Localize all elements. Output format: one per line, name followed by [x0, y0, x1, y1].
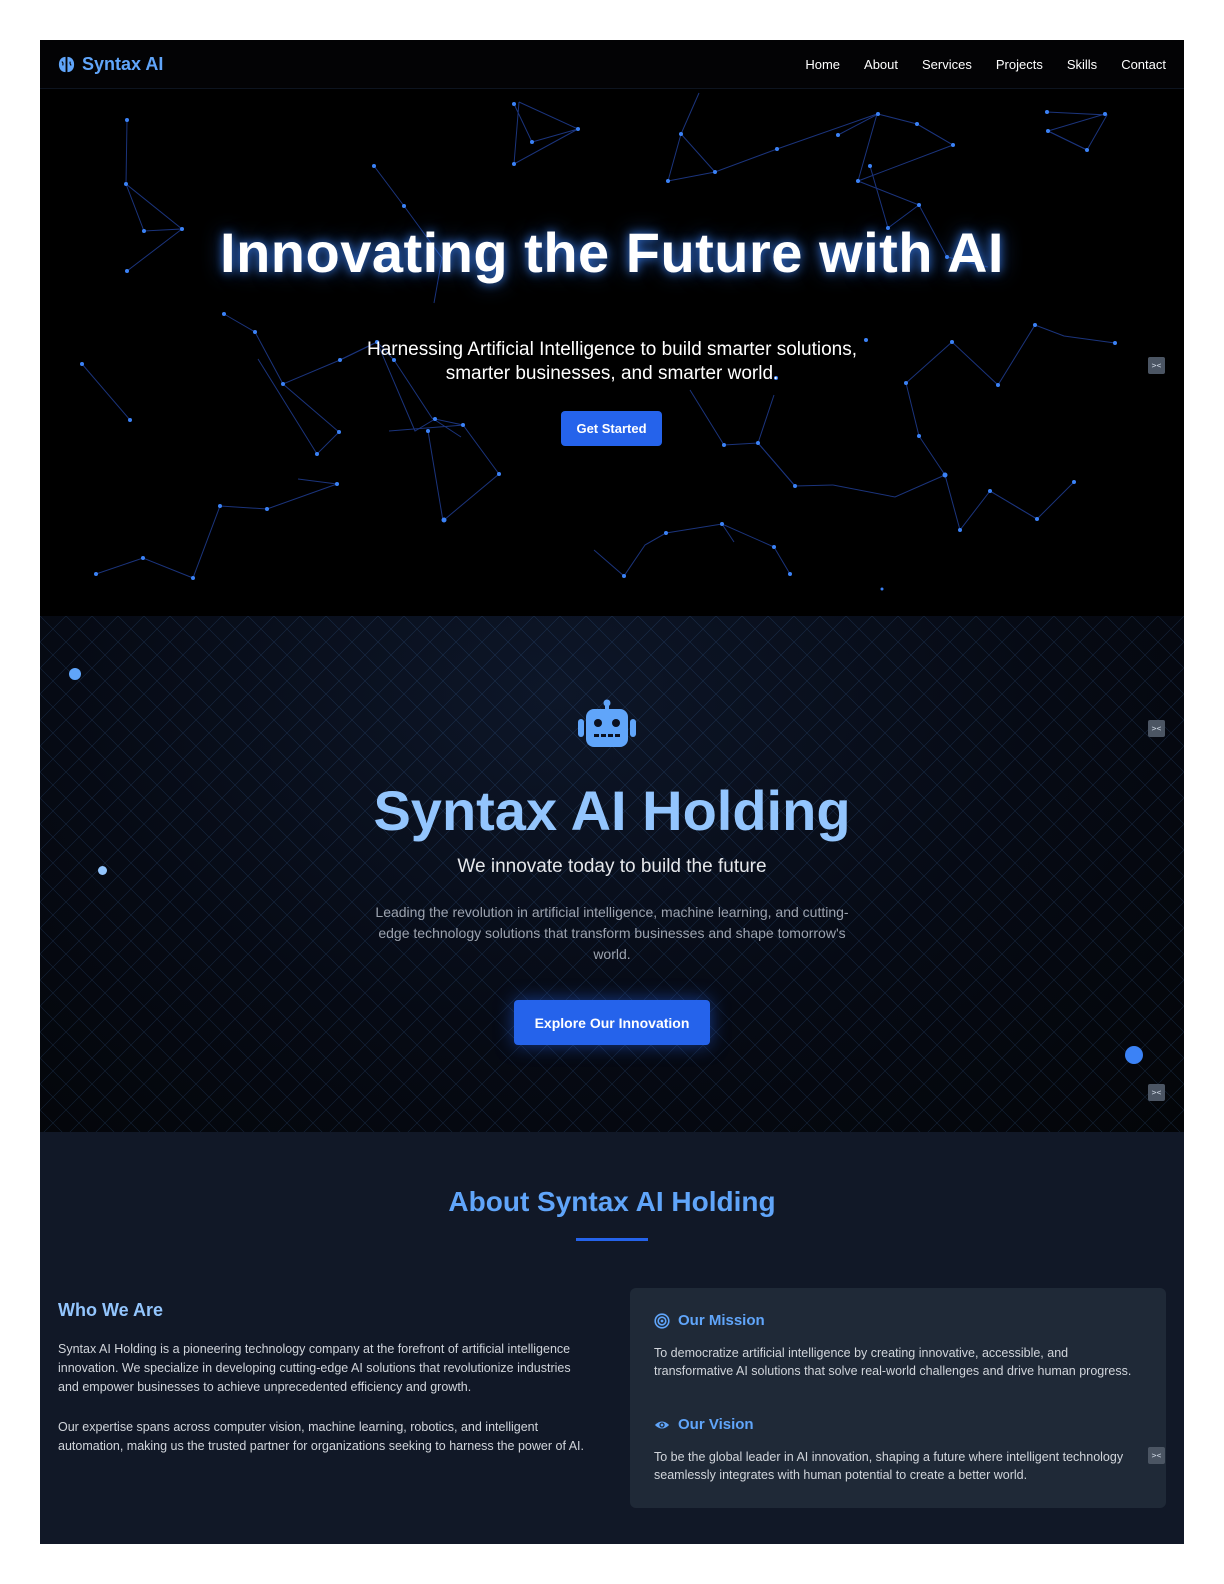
nav-link-services[interactable]: Services	[922, 57, 972, 72]
title-underline	[576, 1238, 648, 1241]
holding-description: Leading the revolution in artificial int…	[375, 904, 849, 962]
about-section: About Syntax AI Holding Who We Are Synta…	[40, 1132, 1184, 1544]
expertise-paragraph: Our expertise spans across computer visi…	[58, 1420, 584, 1453]
about-title: About Syntax AI Holding	[448, 1186, 776, 1217]
who-we-are-heading: Who We Are	[58, 1300, 164, 1320]
navbar: Syntax AI Home About Services Projects S…	[40, 40, 1184, 89]
floating-dot	[69, 668, 81, 680]
nav-link-projects[interactable]: Projects	[996, 57, 1043, 72]
side-control-icon[interactable]: ><	[1148, 357, 1165, 374]
nav-links: Home About Services Projects Skills Cont…	[781, 57, 1166, 72]
nav-link-skills[interactable]: Skills	[1067, 57, 1097, 72]
vision-text: To be the global leader in AI innovation…	[654, 1450, 1124, 1482]
brand-name: Syntax AI	[82, 53, 164, 74]
brand[interactable]: Syntax AI	[57, 54, 163, 75]
vision-heading: Our Vision	[654, 1416, 754, 1433]
hero-title: Innovating the Future with AI	[220, 221, 1004, 284]
explore-innovation-button[interactable]: Explore Our Innovation	[514, 1000, 710, 1045]
who-we-are-paragraph: Syntax AI Holding is a pioneering techno…	[58, 1342, 571, 1394]
nav-link-about[interactable]: About	[864, 57, 898, 72]
page: Syntax AI Home About Services Projects S…	[40, 40, 1184, 1544]
holding-section: Syntax AI Holding We innovate today to b…	[40, 616, 1184, 1132]
holding-title: Syntax AI Holding	[373, 779, 851, 842]
vision-title: Our Vision	[678, 1416, 754, 1433]
hero-subtitle-line-2: smarter businesses, and smarter world.	[445, 363, 779, 384]
nav-link-home[interactable]: Home	[805, 57, 840, 72]
brain-icon	[58, 56, 75, 72]
hero-subtitle: Harnessing Artificial Intelligence to bu…	[40, 338, 1184, 386]
side-control-icon[interactable]: ><	[1148, 1084, 1165, 1101]
mission-heading: Our Mission	[654, 1312, 765, 1329]
get-started-button[interactable]: Get Started	[561, 411, 662, 446]
nav-link-contact[interactable]: Contact	[1121, 57, 1166, 72]
floating-dot	[1125, 1046, 1143, 1064]
holding-tagline: We innovate today to build the future	[457, 856, 767, 877]
mission-text: To democratize artificial intelligence b…	[654, 1346, 1132, 1378]
hero-subtitle-line-1: Harnessing Artificial Intelligence to bu…	[366, 339, 857, 360]
mission-title: Our Mission	[678, 1312, 765, 1329]
mission-vision-card: Our Mission To democratize artificial in…	[630, 1288, 1166, 1508]
side-control-icon[interactable]: ><	[1148, 1447, 1165, 1464]
side-control-icon[interactable]: ><	[1148, 720, 1165, 737]
hero-section: Innovating the Future with AI Harnessing…	[40, 88, 1184, 616]
eye-icon	[654, 1420, 670, 1429]
robot-icon	[578, 699, 636, 747]
target-icon	[654, 1312, 670, 1329]
